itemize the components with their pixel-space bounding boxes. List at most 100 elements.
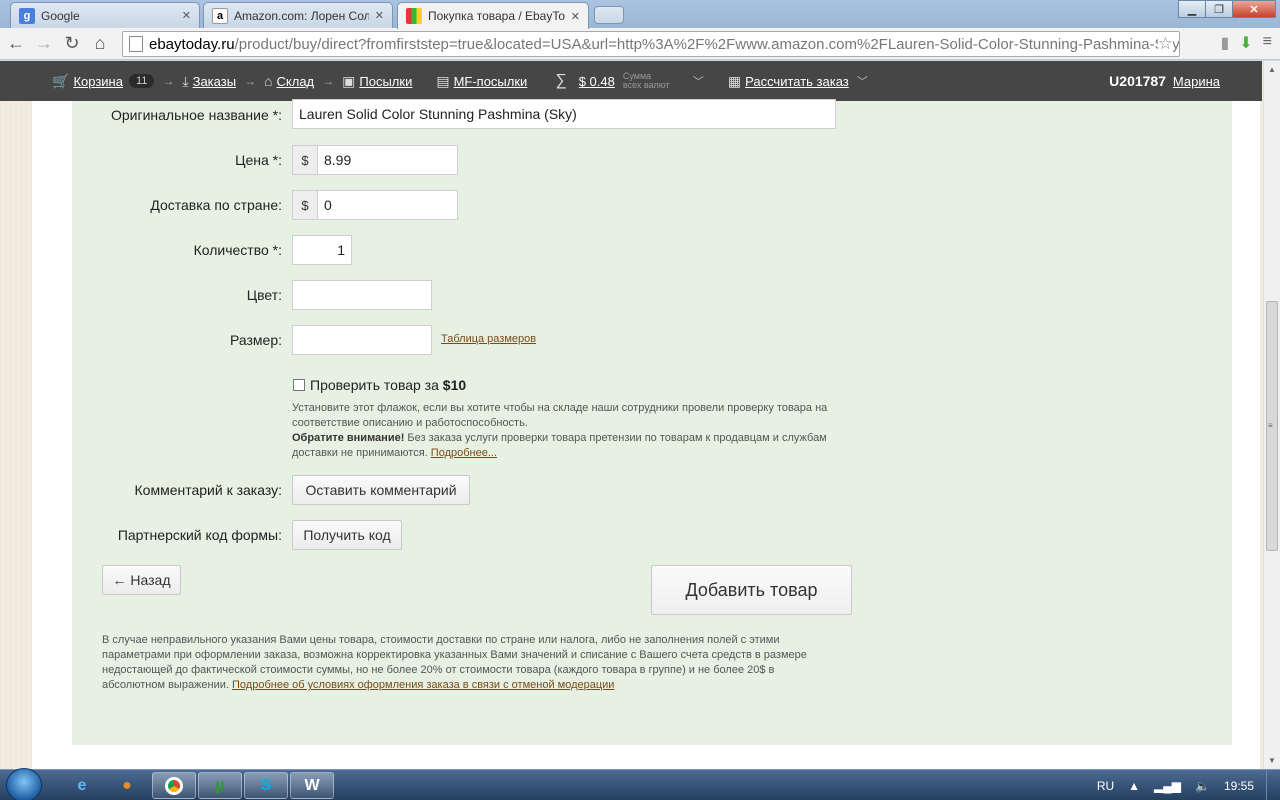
arrow-right-icon: → (322, 74, 335, 88)
ebaytoday-favicon-icon (406, 8, 422, 24)
tab-ebaytoday[interactable]: Покупка товара / EbayToday ✕ (397, 2, 589, 29)
inspect-note-attention: Обратите внимание! (292, 432, 405, 444)
nav-warehouse-label[interactable]: Склад (277, 74, 315, 89)
arrow-right-icon: → (162, 74, 175, 88)
google-favicon-icon: g (19, 7, 35, 24)
user-name-link[interactable]: Марина (1173, 74, 1220, 89)
url-path: /product/buy/direct?fromfirststep=true&l… (234, 35, 1180, 53)
balance-value[interactable]: $ 0.48 (579, 74, 615, 89)
close-window-icon[interactable]: ✕ (1232, 0, 1276, 18)
address-bar[interactable]: ebaytoday.ru /product/buy/direct?fromfir… (122, 31, 1180, 57)
page-scrollbar[interactable]: ▲ ≡ ▼ (1263, 61, 1280, 769)
nav-cart-label[interactable]: Корзина (73, 74, 123, 89)
scroll-up-arrow-icon[interactable]: ▲ (1268, 65, 1276, 74)
close-icon[interactable]: ✕ (375, 9, 384, 22)
system-tray: RU ▲ ▂▄▆ 🔈 19:55 (1097, 770, 1280, 800)
nav-orders[interactable]: ⤓ Заказы (182, 73, 236, 90)
size-chart-link[interactable]: Таблица размеров (441, 333, 536, 345)
original-name-input[interactable]: Lauren Solid Color Stunning Pashmina (Sk… (292, 99, 836, 129)
inspect-note-text: Установите этот флажок, если вы хотите ч… (292, 402, 828, 429)
leave-comment-button[interactable]: Оставить комментарий (292, 475, 470, 505)
sum-caption: Сумма всех валют (623, 72, 685, 90)
bookmark-star-icon[interactable]: ☆ (1157, 34, 1173, 54)
volume-muted-icon[interactable]: 🔈 (1195, 779, 1210, 793)
download-box-icon: ⤓ (182, 72, 189, 89)
disclaimer-more-link[interactable]: Подробнее об условиях оформления заказа … (232, 679, 614, 691)
get-code-button[interactable]: Получить код (292, 520, 402, 550)
forward-arrow-icon[interactable]: → (30, 30, 58, 58)
scroll-down-arrow-icon[interactable]: ▼ (1268, 756, 1276, 765)
comment-label: Комментарий к заказу: (134, 482, 283, 498)
user-id: U201787 (1109, 73, 1166, 89)
sum-icon: ∑ (555, 72, 567, 89)
word-icon[interactable]: W (290, 772, 334, 799)
chrome-icon[interactable] (152, 772, 196, 799)
nav-orders-label[interactable]: Заказы (193, 74, 236, 89)
menu-icon[interactable]: ≡ (1263, 33, 1272, 53)
new-tab-button[interactable] (594, 6, 624, 24)
chevron-down-icon[interactable]: ﹀ (693, 73, 704, 89)
internet-explorer-icon[interactable]: e (60, 772, 104, 799)
nav-warehouse[interactable]: ⌂ Склад (264, 73, 314, 89)
box-icon: ▣ (342, 72, 356, 89)
back-button[interactable]: ← Назад (102, 565, 181, 595)
show-desktop-button[interactable] (1266, 770, 1280, 800)
inspect-item-note: Установите этот флажок, если вы хотите ч… (292, 401, 852, 461)
shipping-input[interactable]: 0 (317, 190, 458, 220)
sum-caption-line-2: всех валют (622, 80, 670, 90)
windows-start-icon[interactable] (6, 768, 42, 800)
browser-tab-strip: g Google ✕ a Amazon.com: Лорен Солид ✕ П… (0, 0, 1280, 29)
inspect-note-more-link[interactable]: Подробнее... (431, 447, 497, 459)
skype-icon[interactable]: S (244, 772, 288, 799)
shipping-label: Доставка по стране: (150, 197, 282, 213)
back-arrow-icon[interactable]: ← (2, 30, 30, 58)
language-indicator[interactable]: RU (1097, 779, 1114, 793)
nav-parcels-label[interactable]: Посылки (359, 74, 412, 89)
inspect-item-label[interactable]: Проверить товар за $10 (310, 377, 466, 393)
restore-icon[interactable]: ❐ (1205, 0, 1233, 18)
nav-balance[interactable]: ∑ $ 0.48 Сумма всех валют ﹀ (555, 72, 704, 90)
utorrent-icon[interactable]: µ (198, 772, 242, 799)
home-icon[interactable]: ⌂ (86, 30, 114, 58)
windows-taskbar: e ● µ S W RU ▲ ▂▄▆ 🔈 19:55 (0, 768, 1280, 800)
color-input[interactable] (292, 280, 432, 310)
add-item-button[interactable]: Добавить товар (651, 565, 852, 615)
inspect-item-price: $10 (442, 377, 467, 393)
boxes-icon: ▤ (436, 72, 450, 89)
browser-toolbar: ← → ↻ ⌂ ebaytoday.ru /product/buy/direct… (0, 28, 1280, 60)
nav-cart[interactable]: 🛒 Корзина 11 (52, 72, 155, 90)
network-signal-icon[interactable]: ▂▄▆ (1154, 779, 1181, 793)
size-input[interactable] (292, 325, 432, 355)
cart-icon: 🛒 (52, 72, 70, 89)
download-arrow-icon[interactable]: ⬇ (1239, 33, 1252, 53)
close-icon[interactable]: ✕ (182, 9, 191, 22)
nav-calculate[interactable]: ▦ Рассчитать заказ ﹀ (728, 73, 868, 90)
url-domain: ebaytoday.ru (149, 35, 235, 53)
price-currency-prefix: $ (292, 145, 318, 175)
close-icon[interactable]: ✕ (571, 10, 580, 23)
pricing-disclaimer: В случае неправильного указания Вами цен… (102, 633, 822, 693)
price-label: Цена *: (235, 152, 282, 168)
nav-calculate-label[interactable]: Рассчитать заказ (745, 74, 849, 89)
tab-title: Google (41, 8, 80, 23)
tray-expand-icon[interactable]: ▲ (1128, 779, 1140, 793)
quantity-label: Количество *: (193, 242, 282, 258)
arrow-right-icon: → (244, 74, 257, 88)
quantity-input[interactable]: 1 (292, 235, 352, 265)
extension-icons: ▮ ⬇ ≡ (1220, 33, 1272, 53)
minimize-icon[interactable]: ▁ (1178, 0, 1206, 18)
firefox-icon[interactable]: ● (105, 772, 149, 799)
tab-google[interactable]: g Google ✕ (10, 2, 200, 28)
reload-icon[interactable]: ↻ (58, 30, 86, 58)
price-input[interactable]: 8.99 (317, 145, 458, 175)
original-name-label: Оригинальное название *: (110, 107, 282, 123)
page-viewport: 🛒 Корзина 11 → ⤓ Заказы → ⌂ Склад → ▣ По… (0, 61, 1280, 769)
signal-icon[interactable]: ▮ (1220, 33, 1229, 53)
inspect-item-checkbox[interactable] (293, 379, 305, 391)
chevron-down-icon[interactable]: ﹀ (857, 73, 868, 89)
nav-mf-parcels[interactable]: ▤ MF-посылки (436, 73, 527, 90)
clock[interactable]: 19:55 (1224, 779, 1254, 793)
tab-amazon[interactable]: a Amazon.com: Лорен Солид ✕ (203, 2, 393, 28)
nav-mf-parcels-label[interactable]: MF-посылки (454, 74, 528, 89)
nav-parcels[interactable]: ▣ Посылки (342, 73, 412, 90)
